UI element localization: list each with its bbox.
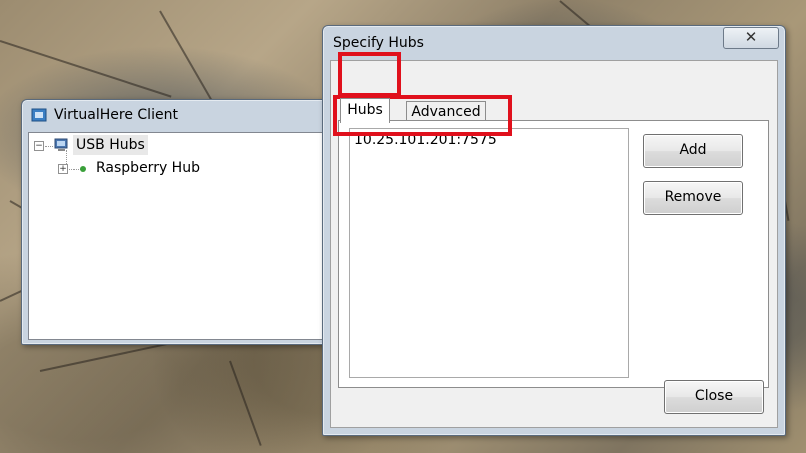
- expand-icon[interactable]: +: [58, 164, 68, 174]
- tree-item-usb-hubs[interactable]: USB Hubs: [73, 135, 148, 155]
- hub-status-icon: [80, 166, 86, 172]
- dialog-body: Hubs Advanced 10.25.101.201:7575 Add Rem…: [330, 60, 778, 428]
- virtualhere-app-icon: [31, 108, 47, 122]
- tab-hubs[interactable]: Hubs: [340, 98, 390, 123]
- computer-icon: [54, 138, 68, 151]
- tree-connector: [45, 146, 53, 147]
- close-button[interactable]: Close: [664, 380, 764, 414]
- tree-item-label: USB Hubs: [76, 137, 145, 153]
- hub-list[interactable]: 10.25.101.201:7575: [349, 128, 629, 378]
- background-texture: [0, 40, 172, 98]
- window-title: VirtualHere Client: [54, 107, 178, 123]
- tree-item-raspberry-hub[interactable]: Raspberry Hub: [96, 158, 200, 178]
- specify-hubs-dialog[interactable]: Specify Hubs ✕ Hubs Advanced 10.25.101.2…: [322, 25, 786, 436]
- button-label: Add: [679, 142, 707, 158]
- virtualhere-client-window[interactable]: VirtualHere Client − USB Hubs + Raspberr…: [21, 99, 335, 345]
- collapse-icon[interactable]: −: [34, 141, 44, 151]
- hub-list-item[interactable]: 10.25.101.201:7575: [354, 132, 497, 148]
- add-button[interactable]: Add: [643, 134, 743, 168]
- usb-hub-tree[interactable]: − USB Hubs + Raspberry Hub: [28, 132, 330, 340]
- tab-label: Hubs: [347, 102, 383, 118]
- remove-button[interactable]: Remove: [643, 181, 743, 215]
- dialog-title: Specify Hubs: [333, 35, 424, 51]
- button-label: Remove: [664, 189, 722, 205]
- close-icon: ✕: [744, 28, 758, 46]
- close-window-button[interactable]: ✕: [723, 27, 779, 49]
- button-label: Close: [694, 388, 734, 404]
- background-texture: [229, 360, 262, 446]
- tree-item-label: Raspberry Hub: [96, 160, 200, 176]
- tab-label: Advanced: [411, 104, 481, 120]
- hubs-tab-panel: 10.25.101.201:7575 Add Remove: [338, 120, 769, 388]
